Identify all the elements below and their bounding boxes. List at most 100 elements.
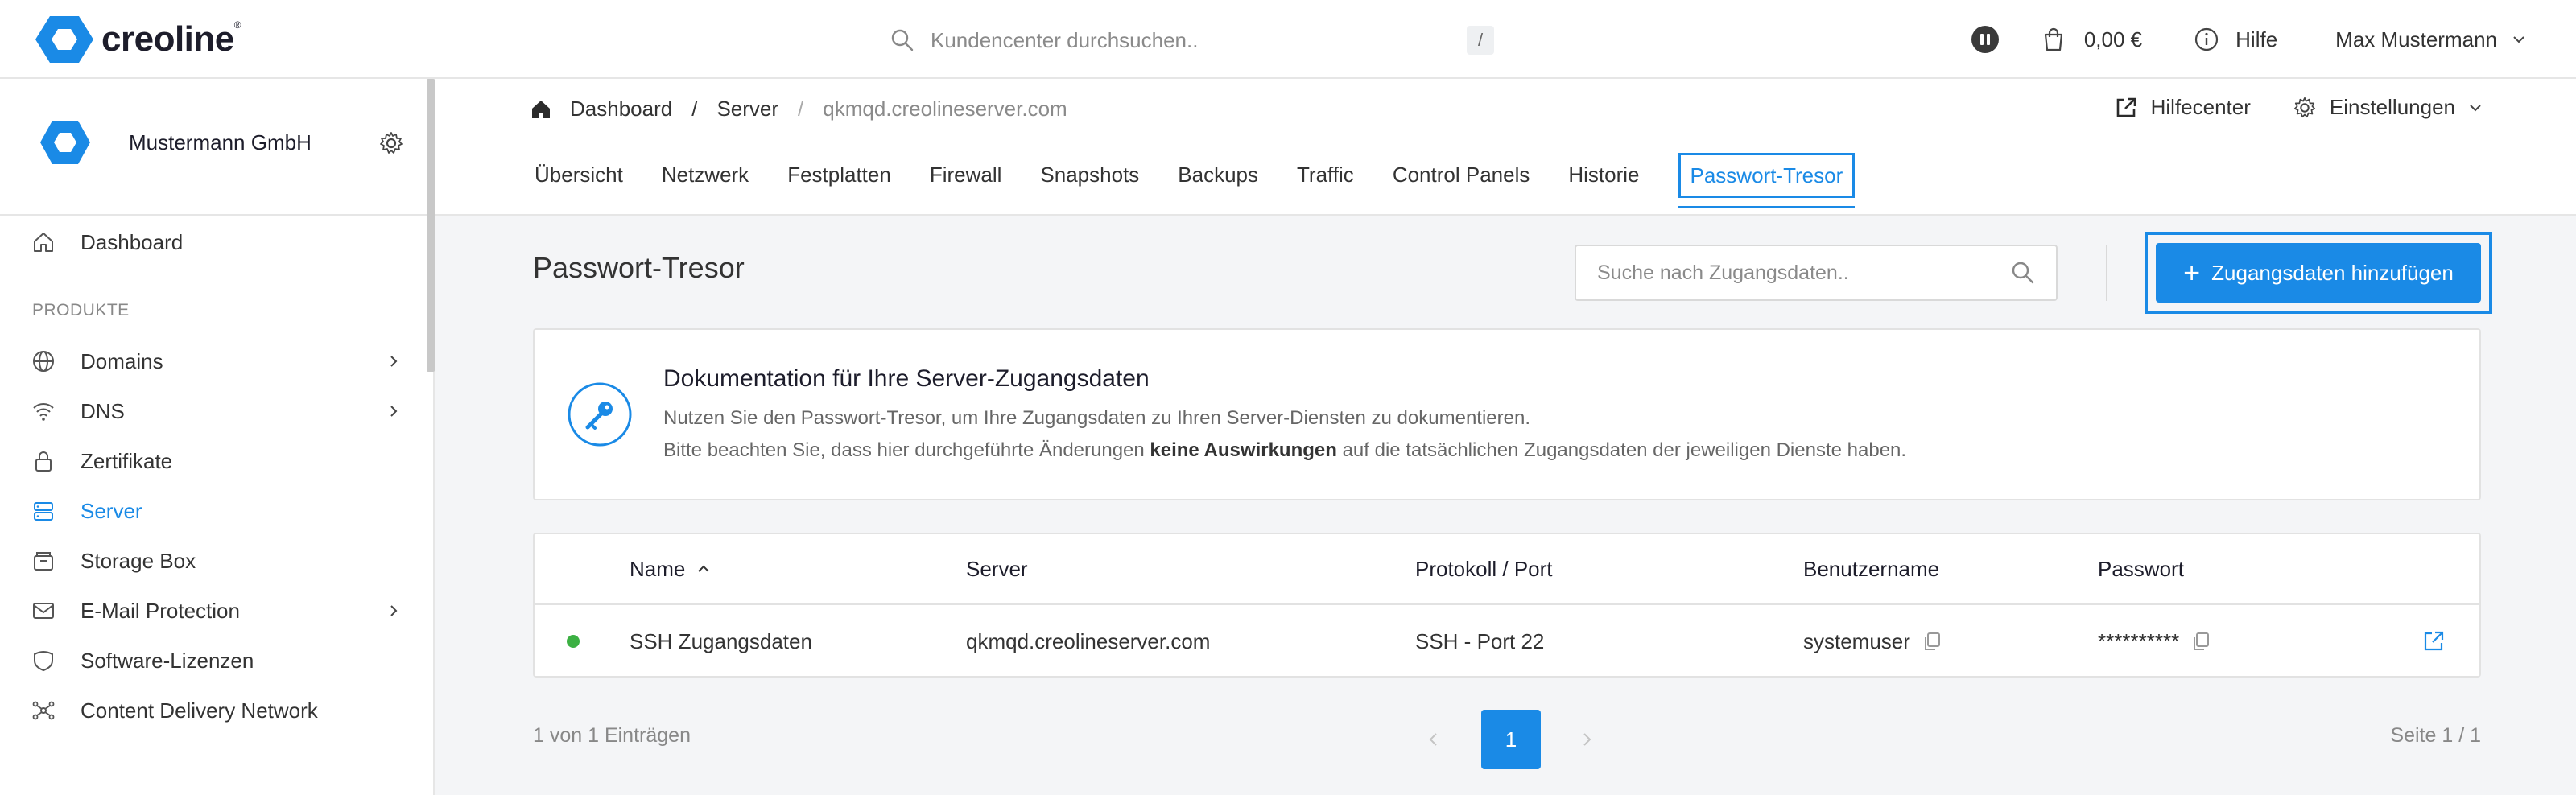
sidebar-item-domains[interactable]: Domains	[0, 338, 427, 385]
breadcrumb-separator: /	[798, 97, 804, 121]
cell-password: **********	[2098, 605, 2211, 678]
chevron-right-icon	[390, 406, 398, 417]
help-center-link[interactable]: Hilfecenter	[2114, 95, 2251, 120]
wifi-icon	[33, 403, 54, 421]
help-center-label: Hilfecenter	[2150, 95, 2251, 119]
sidebar-item-label: Storage Box	[80, 548, 196, 573]
sidebar-item-e-mail-protection[interactable]: E-Mail Protection	[0, 587, 427, 634]
cell-protocol: SSH - Port 22	[1415, 628, 1545, 653]
credentials-search-input[interactable]: Suche nach Zugangsdaten..	[1575, 245, 2058, 301]
tab-traffic[interactable]: Traffic	[1297, 163, 1354, 214]
cell-username: systemuser	[1803, 605, 1942, 678]
add-credentials-label: Zugangsdaten hinzufügen	[2211, 260, 2454, 285]
main-header: Dashboard / Server / qkmqd.creolineserve…	[435, 79, 2576, 216]
global-search[interactable]: Kundencenter durchsuchen.. /	[890, 23, 1494, 58]
content-area: Passwort-Tresor Suche nach Zugangsdaten.…	[435, 216, 2576, 795]
column-header-name[interactable]: Name	[630, 534, 712, 603]
tab-backups[interactable]: Backups	[1178, 163, 1258, 214]
sidebar-section-title: PRODUKTE	[32, 301, 130, 319]
breadcrumb-server[interactable]: Server	[716, 97, 778, 122]
sidebar-item-label: Server	[80, 498, 142, 523]
external-link-icon	[2116, 97, 2136, 117]
brand-logo[interactable]: creoline®	[35, 14, 242, 64]
add-credentials-button[interactable]: + Zugangsdaten hinzufügen	[2156, 243, 2481, 303]
gear-icon	[2293, 97, 2315, 117]
tab-uebersicht[interactable]: Übersicht	[535, 163, 623, 214]
tab-netzwerk[interactable]: Netzwerk	[662, 163, 749, 214]
top-bar: creoline® Kundencenter durchsuchen.. / 0…	[0, 0, 2576, 79]
search-icon[interactable]	[2011, 261, 2035, 285]
credentials-table: Name Server Protokoll / Port Benutzernam…	[533, 533, 2481, 678]
cell-name: SSH Zugangsdaten	[630, 628, 812, 653]
info-box: Dokumentation für Ihre Server-Zugangsdat…	[533, 328, 2481, 500]
chevron-right-icon[interactable]	[1575, 727, 1599, 752]
company-header: Mustermann GmbH	[0, 79, 427, 216]
tab-control-panels[interactable]: Control Panels	[1393, 163, 1530, 214]
sidebar-item-label: Domains	[80, 348, 163, 373]
home-icon	[34, 233, 53, 252]
sidebar-item-server[interactable]: Server	[0, 488, 427, 534]
copy-icon[interactable]	[1922, 631, 1942, 652]
mail-icon	[33, 603, 54, 619]
sidebar-item-content-delivery-network[interactable]: Content Delivery Network	[0, 687, 427, 734]
key-icon	[568, 382, 632, 447]
credentials-search-placeholder[interactable]: Suche nach Zugangsdaten..	[1597, 262, 2011, 285]
column-header-protocol: Protokoll / Port	[1415, 556, 1553, 581]
topbar-actions: 0,00 € Hilfe Max Mustermann	[1971, 21, 2528, 58]
sidebar-item-label: Software-Lizenzen	[80, 648, 254, 673]
chevron-right-icon	[390, 605, 398, 616]
gear-icon[interactable]	[378, 130, 404, 156]
sidebar: Mustermann GmbH Dashboard PRODUKTE Domai…	[0, 79, 435, 795]
sidebar-item-software-lizenzen[interactable]: Software-Lizenzen	[0, 637, 427, 684]
info-icon	[2195, 27, 2219, 51]
globe-icon	[33, 351, 54, 372]
table-header: Name Server Protokoll / Port Benutzernam…	[535, 534, 2479, 605]
plus-icon: +	[2183, 256, 2201, 289]
info-note-emphasis: keine Auswirkungen	[1150, 439, 1337, 461]
chevron-left-icon[interactable]	[1422, 727, 1446, 752]
sidebar-item-label: E-Mail Protection	[80, 598, 240, 623]
column-header-server: Server	[966, 556, 1028, 581]
column-header-password: Passwort	[2098, 556, 2184, 581]
sidebar-item-label: Zertifikate	[80, 448, 173, 473]
cell-server: qkmqd.creolineserver.com	[966, 628, 1211, 653]
cart-amount: 0,00 €	[2083, 27, 2143, 51]
column-header-username: Benutzername	[1803, 556, 1940, 581]
company-name: Mustermann GmbH	[129, 130, 312, 154]
sidebar-item-dashboard[interactable]: Dashboard	[0, 219, 427, 266]
info-text: Nutzen Sie den Passwort-Tresor, um Ihre …	[663, 407, 1530, 429]
tab-passwort-tresor[interactable]: Passwort-Tresor	[1678, 153, 1856, 208]
sidebar-item-storage-box[interactable]: Storage Box	[0, 538, 427, 584]
sidebar-item-zertifikate[interactable]: Zertifikate	[0, 438, 427, 484]
global-search-placeholder[interactable]: Kundencenter durchsuchen..	[931, 28, 1467, 53]
settings-menu[interactable]: Einstellungen	[2293, 95, 2484, 120]
tab-snapshots[interactable]: Snapshots	[1040, 163, 1139, 214]
search-shortcut-hint: /	[1467, 26, 1494, 55]
tab-firewall[interactable]: Firewall	[930, 163, 1002, 214]
add-credentials-highlight: + Zugangsdaten hinzufügen	[2145, 232, 2492, 314]
sidebar-item-dns[interactable]: DNS	[0, 388, 427, 435]
page-info: Seite 1 / 1	[2390, 724, 2481, 747]
network-icon	[32, 701, 55, 720]
table-row[interactable]: SSH Zugangsdaten qkmqd.creolineserver.co…	[535, 605, 2479, 678]
help-button[interactable]: Hilfe	[2194, 27, 2277, 52]
copy-icon[interactable]	[2190, 631, 2211, 652]
breadcrumb-current: qkmqd.creolineserver.com	[823, 97, 1067, 121]
company-logo-icon	[40, 121, 90, 164]
cart-button[interactable]: 0,00 €	[2041, 27, 2142, 52]
sidebar-scrollbar[interactable]	[427, 79, 435, 372]
chevron-right-icon	[390, 356, 398, 367]
badge-icon	[34, 651, 53, 672]
sort-ascending-icon[interactable]	[695, 560, 712, 578]
page-title: Passwort-Tresor	[533, 251, 745, 284]
pause-icon[interactable]	[1971, 26, 1999, 53]
tab-festplatten[interactable]: Festplatten	[787, 163, 891, 214]
user-menu[interactable]: Max Mustermann	[2335, 27, 2528, 52]
tab-historie[interactable]: Historie	[1568, 163, 1639, 214]
sidebar-item-label: Dashboard	[80, 229, 184, 254]
page-button[interactable]: 1	[1481, 710, 1541, 769]
breadcrumb-dashboard[interactable]: Dashboard	[570, 97, 672, 122]
shopping-bag-icon	[2044, 27, 2062, 51]
chevron-down-icon	[2470, 104, 2481, 111]
external-link-icon[interactable]	[2421, 629, 2446, 653]
